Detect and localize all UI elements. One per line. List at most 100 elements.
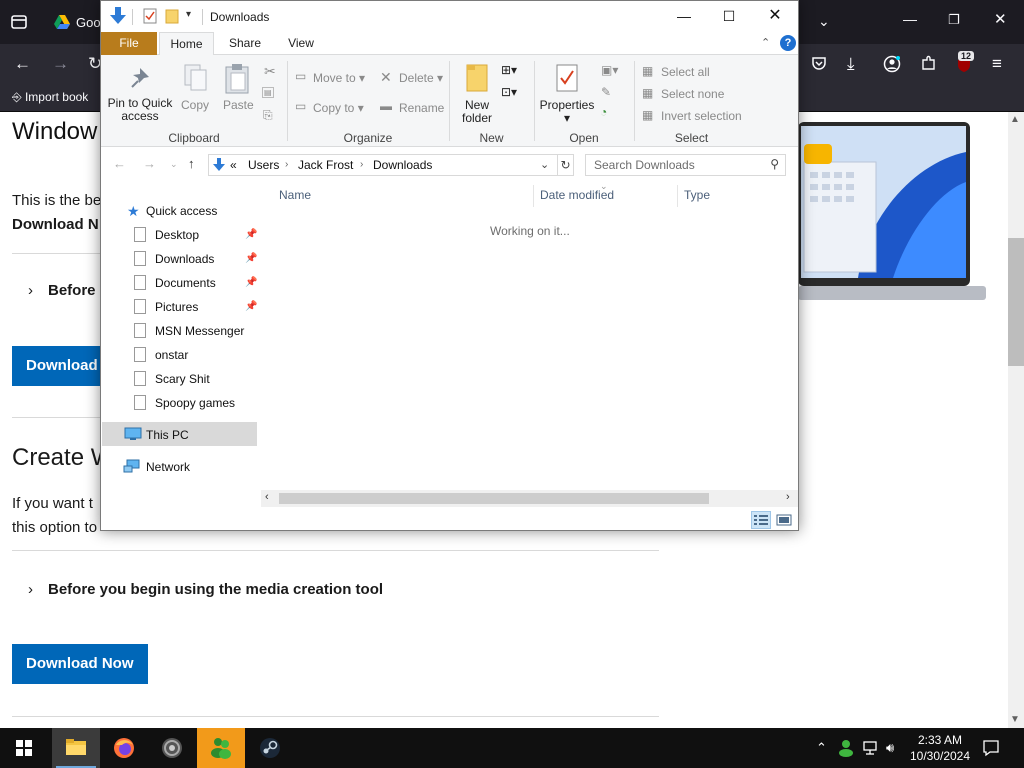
windows-start-icon[interactable] [16, 740, 32, 759]
cut-icon[interactable]: ✂ [264, 63, 276, 80]
expand-ribbon-icon[interactable]: ⌃ [761, 36, 770, 49]
horizontal-scrollbar-thumb[interactable] [279, 493, 709, 504]
page-scrollbar[interactable] [1008, 112, 1024, 728]
menu-icon[interactable]: ≡ [992, 55, 1002, 72]
chevron-right-icon[interactable]: › [285, 159, 288, 170]
forward-icon[interactable]: → [52, 55, 69, 72]
pin-icon[interactable]: 📌 [245, 277, 257, 288]
address-bar[interactable]: « Users › Jack Frost › Downloads ⌄ ↻ [208, 154, 574, 176]
column-separator[interactable] [677, 185, 678, 207]
before-you-begin-expander[interactable]: › Before [28, 282, 96, 299]
properties-button[interactable]: Properties ▾ [539, 61, 595, 127]
page-scrollbar-thumb[interactable] [1008, 238, 1024, 366]
nav-quick-access[interactable]: Quick access [146, 204, 217, 218]
chevron-right-icon[interactable]: › [360, 159, 363, 170]
steam-taskbar-button[interactable] [246, 728, 294, 768]
separator [634, 61, 635, 141]
group-clipboard: Clipboard [168, 131, 220, 145]
notifications-icon[interactable] [982, 739, 1000, 760]
address-overflow[interactable]: « [230, 158, 237, 172]
paste-button[interactable]: Paste [221, 61, 255, 123]
edit-icon[interactable]: ✎ [601, 85, 611, 99]
explorer-title-bar: ▾ Downloads — ☐ ✕ [101, 1, 798, 32]
network-tray-icon[interactable] [862, 740, 878, 759]
torrent-client-taskbar-button[interactable] [148, 728, 196, 768]
download-button[interactable]: Download [12, 346, 112, 386]
help-icon[interactable]: ? [780, 35, 796, 51]
history-icon[interactable]: ◔ [600, 105, 607, 119]
column-separator[interactable] [533, 185, 534, 207]
pocket-icon[interactable] [811, 55, 827, 74]
firefox-taskbar-button[interactable] [100, 728, 148, 768]
large-icons-view-icon[interactable] [774, 511, 794, 529]
copy-path-icon[interactable]: ▤ [262, 87, 274, 98]
details-view-icon[interactable] [751, 511, 771, 529]
tab-view[interactable]: View [277, 32, 325, 55]
close-icon[interactable]: ✕ [752, 1, 798, 32]
file-explorer-taskbar-button[interactable] [52, 728, 100, 768]
file-icon [134, 227, 146, 242]
horizontal-scrollbar[interactable]: ‹ › [261, 490, 798, 507]
address-segment-user[interactable]: Jack Frost [298, 158, 353, 172]
paste-shortcut-icon[interactable]: ⎘ [263, 108, 273, 123]
back-arrow-icon[interactable]: ← [113, 156, 126, 171]
open-icon[interactable]: ▣▾ [601, 63, 618, 77]
minimize-icon[interactable]: — [661, 1, 707, 32]
copy-to-label: Copy to ▾ [313, 101, 364, 115]
scroll-left-icon[interactable]: ‹ [265, 491, 269, 503]
pin-icon[interactable]: 📌 [245, 253, 257, 264]
browser-tab[interactable]: Goo [44, 6, 106, 38]
easy-access-icon[interactable]: ⊡▾ [501, 85, 517, 99]
column-date-modified[interactable]: Date modified [540, 188, 614, 202]
show-hidden-icons-icon[interactable]: ⌃ [816, 728, 827, 768]
messenger-tray-icon[interactable] [838, 739, 854, 760]
new-folder-button[interactable]: New folder [455, 61, 499, 127]
clock[interactable]: 2:33 AM 10/30/2024 [908, 732, 972, 764]
recent-locations-icon[interactable]: ⌄ [170, 159, 178, 170]
pin-icon[interactable]: 📌 [245, 229, 257, 240]
browser-restore-icon[interactable]: ❐ [948, 13, 960, 26]
up-arrow-icon[interactable]: ↑ [188, 156, 195, 171]
tab-share[interactable]: Share [221, 32, 269, 55]
tab-file[interactable]: File [101, 32, 157, 55]
scroll-down-icon[interactable]: ▼ [1010, 714, 1020, 725]
download-now-button[interactable]: Download Now [12, 644, 148, 684]
messenger-taskbar-button[interactable] [197, 728, 245, 768]
maximize-icon[interactable]: ☐ [706, 1, 752, 32]
tab-overview-icon[interactable] [10, 13, 28, 34]
media-creation-expander[interactable]: › Before you begin using the media creati… [28, 581, 383, 598]
copy-button[interactable]: Copy [179, 61, 213, 123]
forward-arrow-icon[interactable]: → [143, 156, 156, 171]
address-dropdown-icon[interactable]: ⌄ [540, 158, 549, 171]
address-segment-downloads[interactable]: Downloads [373, 158, 432, 172]
downloads-icon[interactable]: ⤓ [847, 55, 855, 72]
account-icon[interactable] [883, 55, 901, 76]
select-none-label: Select none [661, 87, 725, 101]
nav-this-pc[interactable]: This PC [102, 422, 257, 446]
column-type[interactable]: Type [684, 188, 710, 202]
column-name[interactable]: Name [279, 188, 311, 202]
refresh-icon[interactable]: ↻ [557, 155, 573, 175]
pin-icon[interactable]: 📌 [245, 301, 257, 312]
new-folder-qa-icon[interactable] [165, 8, 179, 27]
ribbon-tabs: File Home Share View ⌃ ? [101, 32, 798, 56]
scroll-right-icon[interactable]: › [786, 491, 790, 503]
scroll-up-icon[interactable]: ▲ [1010, 114, 1020, 125]
list-all-tabs-icon[interactable]: ⌄ [818, 14, 830, 28]
extensions-icon[interactable] [920, 55, 937, 75]
back-icon[interactable]: ← [14, 55, 31, 72]
import-bookmarks-item[interactable]: ⎆ Import book [12, 90, 88, 105]
address-segment-users[interactable]: Users [248, 158, 279, 172]
notification-count-badge: 12 [958, 51, 975, 61]
tab-home[interactable]: Home [159, 32, 214, 56]
customize-qa-dropdown-icon[interactable]: ▾ [186, 9, 191, 20]
volume-icon[interactable]: 🔊︎ [886, 728, 894, 768]
address-row: ← → ⌄ ↑ « Users › Jack Frost › Downloads… [101, 147, 798, 181]
clock-time: 2:33 AM [917, 733, 963, 747]
new-item-icon[interactable]: ⊞▾ [501, 63, 517, 77]
pin-to-quick-access-button[interactable]: Pin to Quick access [107, 61, 173, 127]
properties-qa-icon[interactable] [143, 8, 157, 27]
browser-minimize-icon[interactable]: — [903, 12, 917, 26]
browser-close-icon[interactable]: ✕ [994, 12, 1007, 27]
search-input[interactable]: Search Downloads ⚲ [585, 154, 786, 176]
